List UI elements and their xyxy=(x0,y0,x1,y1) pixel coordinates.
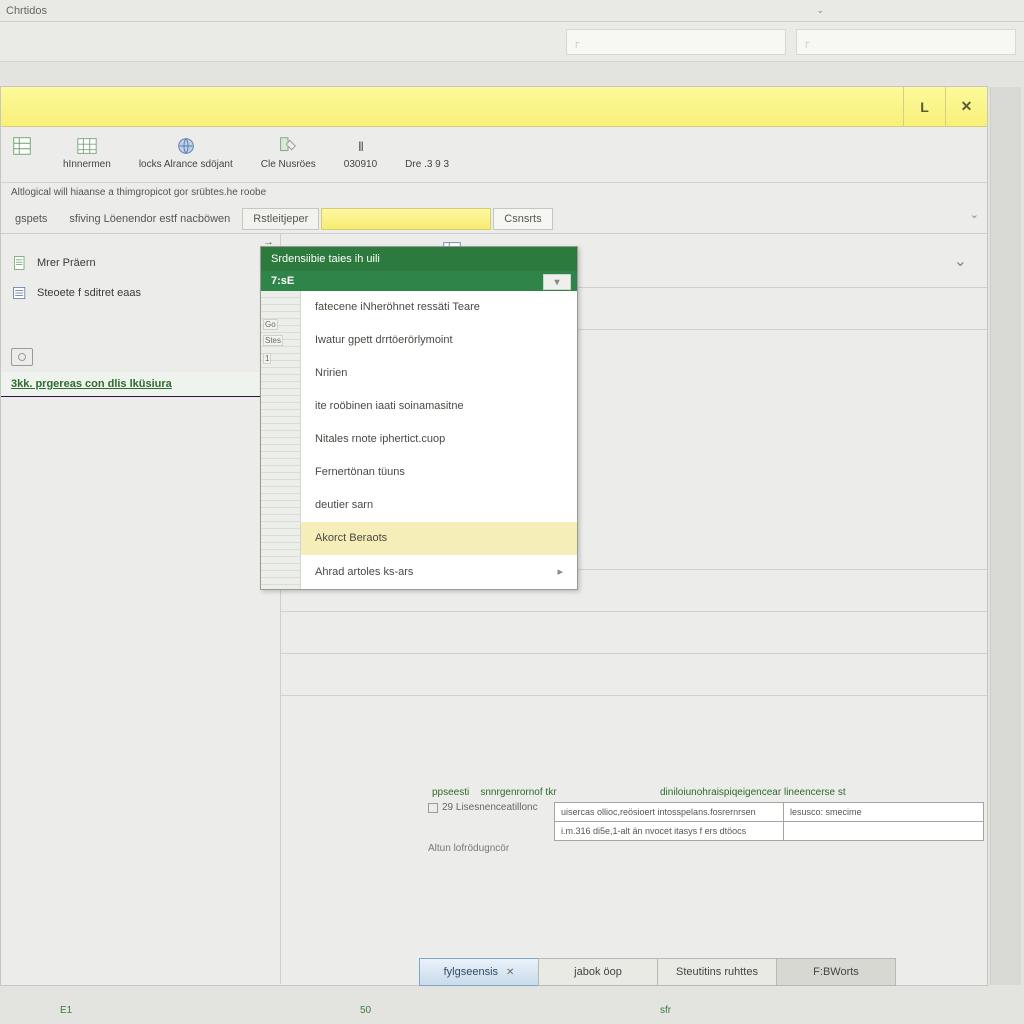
nav-item-2[interactable]: 3kk. prgereas con dlis lküsiura xyxy=(1,372,280,397)
table-row: uisercas ollioc,reösioert intosspelans.f… xyxy=(555,803,984,822)
infobox-header-right: diniloiunohraispiqeigencear lineencerse … xyxy=(660,787,980,798)
tool-4-label: 030910 xyxy=(344,159,377,170)
list-icon xyxy=(11,284,29,302)
bottom-tab-2[interactable]: Steutitins ruhttes xyxy=(657,958,777,986)
cell-1-1[interactable] xyxy=(784,822,984,841)
cell-0-0: uisercas ollioc,reösioert intosspelans.f… xyxy=(555,803,784,822)
panel-title: Srdensiibie taies ih uili xyxy=(261,247,577,271)
secondary-tabstrip: gspets sfiving Löenendor estf nacböwen R… xyxy=(1,204,987,234)
nav-item-2-icon-row[interactable] xyxy=(1,342,280,372)
dropdown-panel: Srdensiibie taies ih uili 7:sE ▾ Go Stes… xyxy=(260,246,578,590)
grid-row-5 xyxy=(281,654,987,696)
cell-1-0: i.m.316 di5e,1-alt än nvocet itasys f er… xyxy=(555,822,784,841)
ribbon-bar: L ✕ xyxy=(1,87,987,127)
grid-row-4 xyxy=(281,612,987,654)
tool-3[interactable]: Cle Nusröes xyxy=(261,133,316,170)
tool-4[interactable]: ||| 030910 xyxy=(344,133,377,170)
ruler-mark-1: Stes xyxy=(263,335,283,346)
cell-0-1: lesusco: smecime xyxy=(784,803,984,822)
panel-item-0[interactable]: fatecene iNheröhnet ressäti Teare xyxy=(301,291,577,324)
panel-item-5[interactable]: Fernertönan tüuns xyxy=(301,456,577,489)
nav-item-2-label: 3kk. prgereas con dlis lküsiura xyxy=(11,378,172,390)
bottom-tab-0-label: fylgseensis xyxy=(444,966,498,978)
ribbon-toolbar: hInnermen locks Alrance sdöjant Cle Nusr… xyxy=(1,127,987,183)
panel-item-3[interactable]: ite roöbinen iaati soinamasitne xyxy=(301,390,577,423)
panel-item-4[interactable]: Nitales rnote iphertict.cuop xyxy=(301,423,577,456)
search-band xyxy=(0,22,1024,62)
panel-item-2[interactable]: Nririen xyxy=(301,357,577,390)
panel-tab[interactable]: 7:sE ▾ xyxy=(261,271,577,291)
checkbox-icon[interactable] xyxy=(428,803,438,813)
tool-5[interactable]: Dre .3 9 3 xyxy=(405,133,449,170)
globe-icon xyxy=(173,133,199,159)
bottom-tab-3[interactable]: F:BWorts xyxy=(776,958,896,986)
grid-icon xyxy=(74,133,100,159)
tool-1[interactable]: hInnermen xyxy=(63,133,111,170)
infobox-header-left: ppseesti snnrgenrornof tkr xyxy=(432,787,652,798)
infobox-checkbox-row[interactable]: 29 Lisesnenceatillonc xyxy=(428,802,538,813)
panel-item-8-label: Ahrad artoles ks-ars xyxy=(315,566,413,578)
bottom-tabstrip: fylgseensis ✕ jabok öop Steutitins ruhtt… xyxy=(420,958,896,986)
tab-2[interactable]: Rstleitjeper xyxy=(242,208,319,230)
nav-item-1[interactable]: Steoete f sditret eaas xyxy=(1,278,280,308)
search-field-2[interactable] xyxy=(796,29,1016,55)
panel-ruler: Go Stes 1 xyxy=(261,291,301,589)
status-bar: E1 50 sfr xyxy=(60,1005,1024,1016)
tab-0[interactable]: gspets xyxy=(5,209,57,229)
close-icon[interactable]: ✕ xyxy=(506,967,514,978)
barcode-icon: ||| xyxy=(347,133,373,159)
panel-item-7[interactable]: Akorct Beraots xyxy=(301,522,577,555)
tab-controls[interactable]: Csnsrts xyxy=(493,208,552,230)
tab-1[interactable]: sfiving Löenendor estf nacböwen xyxy=(59,209,240,229)
camera-icon xyxy=(11,348,33,366)
info-box: ppseesti snnrgenrornof tkr diniloiunohra… xyxy=(428,787,984,854)
ribbon-close-button[interactable]: ✕ xyxy=(945,87,987,126)
tab-highlight[interactable] xyxy=(321,208,491,230)
tool-5-label: Dre .3 9 3 xyxy=(405,159,449,170)
bottom-tab-0[interactable]: fylgseensis ✕ xyxy=(419,958,539,986)
sheet-icon xyxy=(9,133,35,159)
brush-icon xyxy=(275,133,301,159)
infobox-header: ppseesti snnrgenrornof tkr diniloiunohra… xyxy=(428,787,984,802)
panel-item-6[interactable]: deutier sarn xyxy=(301,489,577,522)
panel-item-8[interactable]: Ahrad artoles ks-ars ▸ xyxy=(301,555,577,589)
status-c: sfr xyxy=(660,1005,960,1016)
status-b: 50 xyxy=(360,1005,660,1016)
infobox-check-label: 29 Lisesnenceatillonc xyxy=(442,802,538,813)
panel-list: fatecene iNheröhnet ressäti Teare Iwatur… xyxy=(301,291,577,589)
title-bar: Chrtidos ⌄ xyxy=(0,0,1024,22)
tool-2[interactable]: locks Alrance sdöjant xyxy=(139,133,233,170)
tool-2-label: locks Alrance sdöjant xyxy=(139,159,233,170)
infobox-sub: Altun lofrödugncör xyxy=(428,841,984,854)
nav-item-1-label: Steoete f sditret eaas xyxy=(37,287,141,299)
nav-item-0[interactable]: Mrer Präern xyxy=(1,248,280,278)
tabstrip-chevron-icon[interactable]: ⌄ xyxy=(970,208,979,221)
nav-item-0-label: Mrer Präern xyxy=(37,257,96,269)
blank-icon xyxy=(414,133,440,159)
infobox-table: uisercas ollioc,reösioert intosspelans.f… xyxy=(554,802,984,841)
table-row: i.m.316 di5e,1-alt än nvocet itasys f er… xyxy=(555,822,984,841)
ruler-mark-0: Go xyxy=(263,319,278,330)
tool-1-label: hInnermen xyxy=(63,159,111,170)
submenu-arrow-icon: ▸ xyxy=(557,565,563,578)
bottom-tab-1[interactable]: jabok öop xyxy=(538,958,658,986)
ribbon-hint: Altlogical will hiaanse a thimgropicot g… xyxy=(1,183,987,204)
content-toolbar-chevron-icon[interactable]: ⌄ xyxy=(954,251,967,271)
page-icon xyxy=(11,254,29,272)
search-field-1[interactable] xyxy=(566,29,786,55)
status-a: E1 xyxy=(60,1005,360,1016)
ribbon-l-button[interactable]: L xyxy=(903,87,945,126)
tool-0[interactable] xyxy=(9,133,35,159)
panel-item-1[interactable]: Iwatur gpett drrtöerörlymoint xyxy=(301,324,577,357)
titlebar-caret-icon: ⌄ xyxy=(816,5,824,16)
filter-icon[interactable]: ▾ xyxy=(543,274,571,290)
ruler-mark-2: 1 xyxy=(263,353,271,364)
app-name: Chrtidos xyxy=(6,5,47,17)
tool-3-label: Cle Nusröes xyxy=(261,159,316,170)
panel-tab-label: 7:sE xyxy=(271,275,294,287)
nav-pane: → Mrer Präern Steoete f sditret eaas 3kk… xyxy=(1,234,281,984)
